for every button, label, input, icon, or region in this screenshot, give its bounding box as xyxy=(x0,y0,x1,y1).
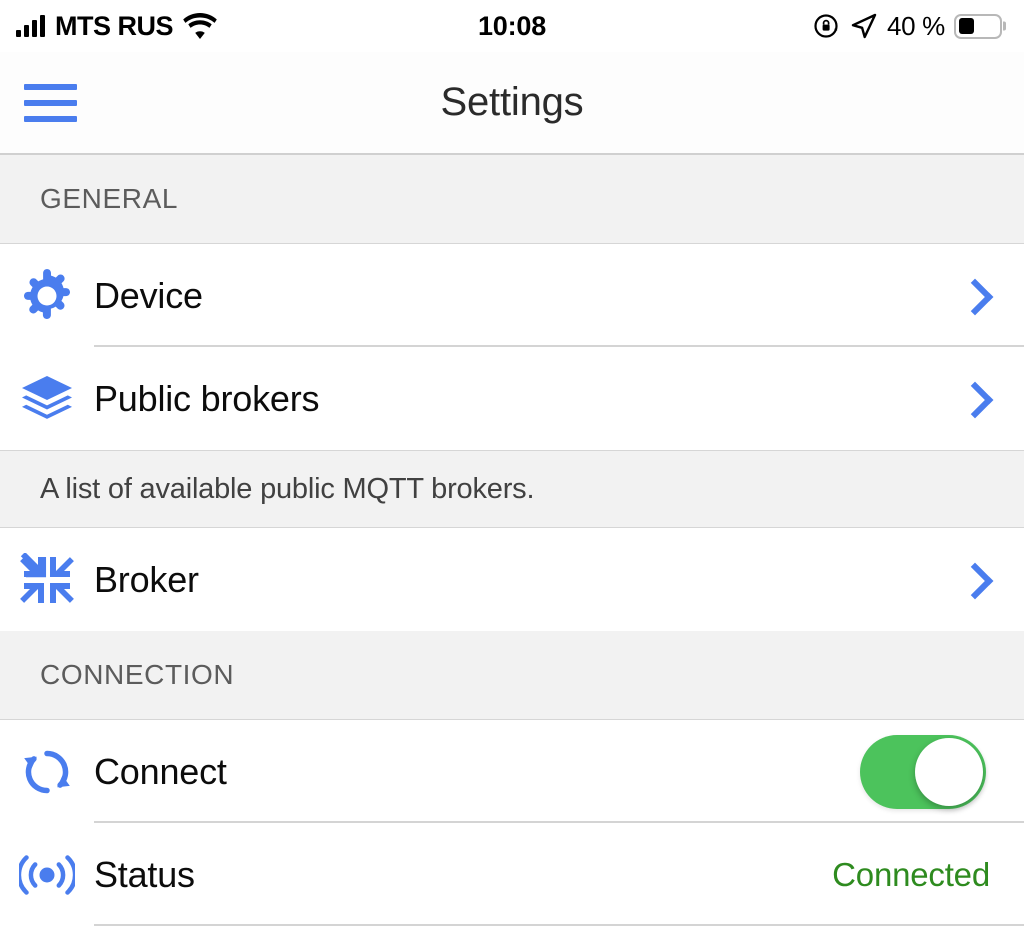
settings-row-label: Device xyxy=(94,274,203,316)
page-title: Settings xyxy=(440,80,584,124)
chevron-right-icon xyxy=(960,561,982,599)
gear-icon xyxy=(16,268,78,323)
section-header-connection: CONNECTION xyxy=(0,631,1024,720)
rotation-lock-icon xyxy=(813,12,841,40)
settings-row-label: Status xyxy=(94,853,195,895)
wifi-icon xyxy=(183,13,217,39)
settings-row-label: Public brokers xyxy=(94,377,320,419)
settings-list: GENERAL Device Public brokers A list of xyxy=(0,155,1024,947)
status-badge: Connected xyxy=(832,855,990,893)
settings-row-connect[interactable]: Connect xyxy=(0,720,1024,823)
chevron-right-icon xyxy=(960,277,982,315)
settings-row-label: Broker xyxy=(94,558,199,600)
cellular-signal-icon xyxy=(16,15,45,37)
settings-row-public-brokers[interactable]: Public brokers xyxy=(0,347,1024,450)
settings-row-device[interactable]: Device xyxy=(0,244,1024,347)
settings-row-status: Status Connected xyxy=(0,823,1024,926)
settings-screen: MTS RUS 10:08 40 % Settings GENERAL Devi… xyxy=(0,0,1024,947)
location-arrow-icon xyxy=(850,12,878,40)
carrier-label: MTS RUS xyxy=(55,10,174,41)
broadcast-icon xyxy=(16,852,78,898)
settings-row-broker[interactable]: Broker xyxy=(0,528,1024,631)
toggle-knob xyxy=(915,737,983,806)
connect-toggle[interactable] xyxy=(860,734,986,809)
section-header-general: GENERAL xyxy=(0,155,1024,244)
status-bar: MTS RUS 10:08 40 % xyxy=(0,0,1024,52)
sync-icon xyxy=(16,746,78,798)
clock-label: 10:08 xyxy=(477,10,547,41)
chevron-right-icon xyxy=(960,380,982,418)
navigation-bar: Settings xyxy=(0,52,1024,155)
status-bar-left: MTS RUS xyxy=(16,11,217,42)
status-bar-right: 40 % xyxy=(813,11,1002,42)
layers-icon xyxy=(16,372,78,426)
settings-row-label: Connect xyxy=(94,750,227,792)
battery-percent-label: 40 % xyxy=(886,10,945,41)
section-footer-general: A list of available public MQTT brokers. xyxy=(0,450,1024,528)
battery-icon xyxy=(954,13,1002,39)
hamburger-menu-icon[interactable] xyxy=(24,83,77,122)
compress-arrows-icon xyxy=(16,552,78,607)
